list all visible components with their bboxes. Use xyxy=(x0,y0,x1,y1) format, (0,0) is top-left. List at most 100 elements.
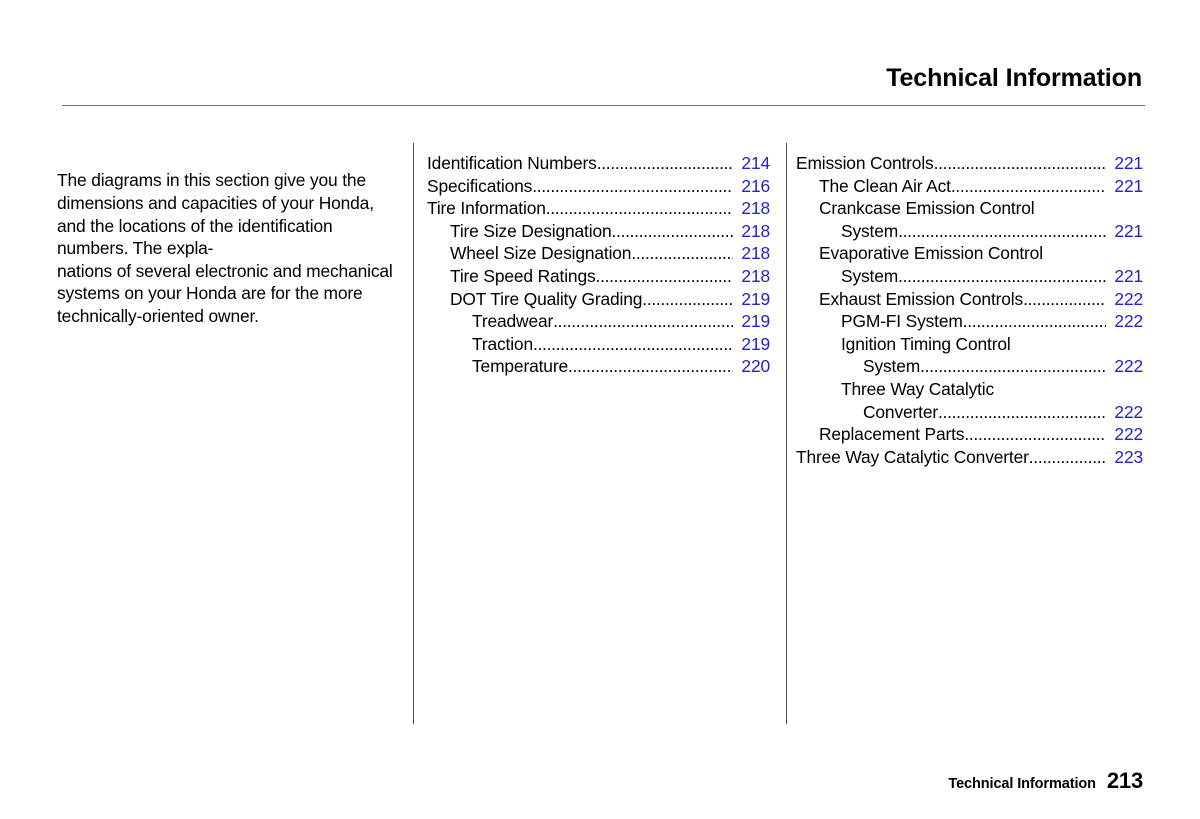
toc-dot-leader: ........................................… xyxy=(611,220,734,241)
toc-entry[interactable]: Specifications..........................… xyxy=(427,175,770,198)
toc-entry-label: Tire Size Designation xyxy=(450,220,612,241)
toc-entry-label: Tire Speed Ratings xyxy=(450,265,596,286)
toc-dot-leader: ........................................… xyxy=(567,356,733,377)
toc-entry-label: Identification Numbers xyxy=(427,153,597,173)
toc-column-right: Emission Controls.......................… xyxy=(796,152,1143,468)
toc-entry-label: System xyxy=(863,356,921,377)
toc-entry[interactable]: Tire Size Designation...................… xyxy=(427,220,770,243)
intro-column: The diagrams in this section give you th… xyxy=(57,152,402,345)
toc-entry-label: Evaporative Emission Control xyxy=(819,243,1043,264)
content-columns: The diagrams in this section give you th… xyxy=(0,143,1200,727)
toc-entry-label: DOT Tire Quality Grading xyxy=(450,288,643,309)
toc-page-number: 220 xyxy=(741,356,770,377)
toc-entry[interactable]: Ignition Timing Control.................… xyxy=(796,333,1143,356)
intro-paragraph: The diagrams in this section give you th… xyxy=(57,170,393,326)
toc-dot-leader: ........................................… xyxy=(532,333,733,354)
toc-entry[interactable]: Traction................................… xyxy=(427,333,770,356)
toc-page-number: 218 xyxy=(741,265,770,286)
toc-dot-leader: ........................................… xyxy=(950,175,1106,196)
toc-page-number: 219 xyxy=(741,333,770,354)
toc-dot-leader: ........................................… xyxy=(595,265,733,286)
toc-page-number: 222 xyxy=(1114,424,1143,445)
toc-dot-leader: ........................................… xyxy=(532,175,733,196)
footer-section-name: Technical Information xyxy=(948,776,1096,792)
toc-page-number: 223 xyxy=(1114,446,1143,467)
toc-entry[interactable]: Tire Information........................… xyxy=(427,197,770,220)
toc-dot-leader: ........................................… xyxy=(1023,288,1106,309)
toc-entry-label: Specifications xyxy=(427,175,533,196)
footer-page-number: 213 xyxy=(1106,768,1143,793)
toc-page-number: 221 xyxy=(1114,220,1143,241)
toc-entry-label: Three Way Catalytic xyxy=(841,378,995,399)
toc-dot-leader: ........................................… xyxy=(962,311,1106,332)
toc-entry-label: Temperature xyxy=(472,356,568,377)
toc-entry-label: PGM-FI System xyxy=(841,311,963,332)
toc-dot-leader: ........................................… xyxy=(596,153,733,173)
toc-page-number: 214 xyxy=(741,153,770,173)
toc-dot-leader: ........................................… xyxy=(920,356,1106,377)
toc-entry-label: Wheel Size Designation xyxy=(450,243,632,264)
toc-entry-label: System xyxy=(841,265,899,286)
toc-entry[interactable]: The Clean Air Act.......................… xyxy=(796,175,1143,198)
toc-entry-label: Exhaust Emission Controls xyxy=(819,288,1024,309)
toc-entry[interactable]: Wheel Size Designation..................… xyxy=(427,242,770,265)
column-divider-left xyxy=(413,143,414,724)
toc-entry[interactable]: Replacement Parts.......................… xyxy=(796,423,1143,446)
toc-entry[interactable]: Three Way Catalytic.....................… xyxy=(796,378,1143,401)
toc-entry-label: Emission Controls xyxy=(796,153,934,173)
toc-dot-leader: ........................................… xyxy=(1028,446,1106,467)
toc-page-number: 221 xyxy=(1114,175,1143,196)
toc-entry-label: Ignition Timing Control xyxy=(841,333,1011,354)
toc-page-number: 219 xyxy=(741,288,770,309)
toc-entry[interactable]: Treadwear...............................… xyxy=(427,310,770,333)
toc-page-number: 218 xyxy=(741,220,770,241)
toc-entry-label: Tire Information xyxy=(427,198,546,219)
toc-dot-leader: ........................................… xyxy=(938,401,1106,422)
toc-page-number: 216 xyxy=(741,175,770,196)
toc-entry[interactable]: Emission Controls.......................… xyxy=(796,152,1143,175)
header-divider-rule xyxy=(62,105,1145,106)
toc-entry[interactable]: Tire Speed Ratings......................… xyxy=(427,265,770,288)
toc-dot-leader: ........................................… xyxy=(964,424,1106,445)
toc-entry[interactable]: Temperature.............................… xyxy=(427,355,770,378)
toc-entry-label: Converter xyxy=(863,401,939,422)
page-footer: Technical Information 213 xyxy=(948,768,1143,794)
toc-page-number: 219 xyxy=(741,311,770,332)
toc-page-number: 218 xyxy=(741,243,770,264)
toc-page-number: 222 xyxy=(1114,356,1143,377)
toc-dot-leader: ........................................… xyxy=(545,198,733,219)
page-title: Technical Information xyxy=(886,64,1142,92)
toc-entry[interactable]: PGM-FI System...........................… xyxy=(796,310,1143,333)
toc-dot-leader: ........................................… xyxy=(553,311,733,332)
toc-dot-leader: ........................................… xyxy=(642,288,733,309)
toc-dot-leader: ........................................… xyxy=(898,265,1106,286)
toc-entry-label: Traction xyxy=(472,333,533,354)
toc-page-number: 222 xyxy=(1114,311,1143,332)
toc-entry-label: The Clean Air Act xyxy=(819,175,951,196)
toc-entry-label: System xyxy=(841,220,899,241)
toc-page-number: 218 xyxy=(741,198,770,219)
toc-page-number: 221 xyxy=(1114,265,1143,286)
toc-dot-leader: ........................................… xyxy=(933,153,1106,173)
toc-column-middle: Identification Numbers..................… xyxy=(427,152,770,378)
toc-entry[interactable]: Converter...............................… xyxy=(796,401,1143,424)
column-divider-right xyxy=(786,143,787,724)
toc-entry[interactable]: DOT Tire Quality Grading................… xyxy=(427,288,770,311)
toc-entry[interactable]: Exhaust Emission Controls...............… xyxy=(796,288,1143,311)
toc-entry[interactable]: System..................................… xyxy=(796,220,1143,243)
toc-page-number: 222 xyxy=(1114,401,1143,422)
toc-page-number: 221 xyxy=(1114,153,1143,173)
toc-entry[interactable]: Crankcase Emission Control..............… xyxy=(796,197,1143,220)
toc-entry-label: Treadwear xyxy=(472,311,554,332)
toc-dot-leader: ........................................… xyxy=(631,243,733,264)
toc-dot-leader: ........................................… xyxy=(898,220,1106,241)
toc-page-number: 222 xyxy=(1114,288,1143,309)
toc-entry[interactable]: Three Way Catalytic Converter...........… xyxy=(796,446,1143,469)
toc-entry-label: Three Way Catalytic Converter xyxy=(796,446,1029,467)
toc-entry[interactable]: System..................................… xyxy=(796,355,1143,378)
toc-entry-label: Replacement Parts xyxy=(819,424,965,445)
toc-entry[interactable]: System..................................… xyxy=(796,265,1143,288)
toc-entry-label: Crankcase Emission Control xyxy=(819,198,1035,219)
toc-entry[interactable]: Identification Numbers..................… xyxy=(427,152,770,175)
toc-entry[interactable]: Evaporative Emission Control............… xyxy=(796,242,1143,265)
